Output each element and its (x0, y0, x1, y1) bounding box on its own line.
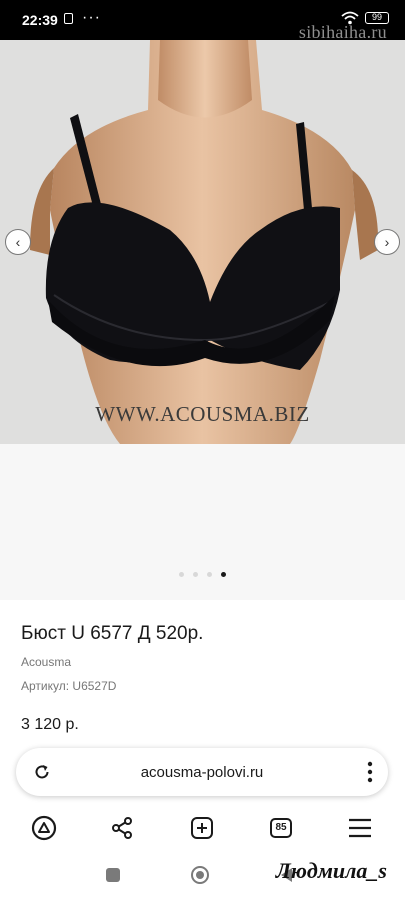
carousel-dot[interactable] (193, 572, 198, 577)
notification-icon (64, 13, 73, 24)
carousel-dot[interactable] (207, 572, 212, 577)
tabs-button[interactable]: 85 (267, 814, 295, 842)
previous-image-button[interactable]: ‹ (5, 229, 31, 255)
menu-icon (349, 818, 371, 838)
product-sku: Артикул: U6527D (21, 679, 117, 693)
share-icon (112, 817, 132, 839)
address-bar[interactable]: acousma-polovi.ru (16, 748, 388, 796)
next-image-button[interactable]: › (374, 229, 400, 255)
new-tab-button[interactable] (188, 814, 216, 842)
carousel-dot-active[interactable] (221, 572, 226, 577)
product-title: Бюст U 6577 Д 520р. (21, 623, 204, 644)
carousel-dot[interactable] (179, 572, 184, 577)
status-time: 22:39 (22, 12, 58, 28)
new-tab-icon (191, 817, 213, 839)
home-button[interactable] (191, 866, 209, 884)
product-image[interactable]: WWW.ACOUSMA.BIZ ‹ › (0, 40, 405, 444)
url-text[interactable]: acousma-polovi.ru (16, 764, 388, 781)
product-photo-graphic (30, 40, 379, 444)
image-watermark-url: WWW.ACOUSMA.BIZ (95, 402, 310, 426)
product-brand[interactable]: Acousma (21, 655, 71, 669)
recent-apps-button[interactable] (106, 868, 120, 882)
chevron-right-icon: › (384, 234, 390, 250)
menu-button[interactable] (346, 814, 374, 842)
chevron-left-icon: ‹ (15, 234, 21, 250)
more-notifications-icon: ··· (82, 9, 101, 26)
carousel-pagination (0, 572, 405, 577)
browser-toolbar: 85 (0, 806, 405, 850)
signature-watermark: Людмила_s (275, 858, 387, 883)
share-button[interactable] (108, 814, 136, 842)
tabs-count-icon: 85 (270, 818, 292, 838)
system-navigation-bar: Людмила_s (0, 850, 405, 900)
alice-button[interactable] (30, 814, 58, 842)
more-vertical-icon[interactable] (366, 760, 374, 784)
alice-icon (31, 815, 57, 841)
product-price: 3 120 р. (21, 716, 79, 733)
